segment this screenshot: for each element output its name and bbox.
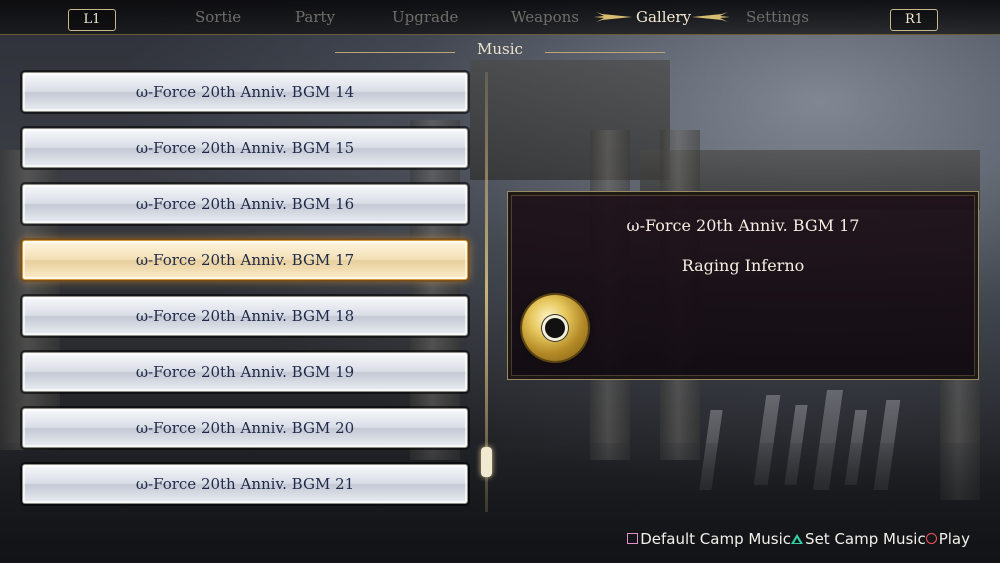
hint-set-camp-music[interactable]: Set Camp Music: [791, 530, 926, 548]
scrollbar-track[interactable]: [485, 72, 488, 512]
music-list-item[interactable]: ω-Force 20th Anniv. BGM 21: [22, 464, 468, 504]
section-header: Music: [335, 38, 665, 62]
hint-default-camp-music[interactable]: Default Camp Music: [627, 530, 791, 548]
hint-label: Set Camp Music: [805, 530, 926, 548]
tab-weapons[interactable]: Weapons: [511, 8, 579, 26]
top-nav-bar: L1 Sortie Party Upgrade Weapons Gallery …: [0, 0, 1000, 35]
track-detail-panel: ω-Force 20th Anniv. BGM 17 Raging Infern…: [507, 191, 979, 380]
music-list-item[interactable]: ω-Force 20th Anniv. BGM 16: [22, 184, 468, 224]
track-title: ω-Force 20th Anniv. BGM 17: [626, 216, 860, 235]
tab-upgrade[interactable]: Upgrade: [392, 8, 458, 26]
track-name: Raging Inferno: [681, 256, 805, 275]
r1-button[interactable]: R1: [890, 9, 938, 31]
scrollbar-thumb[interactable]: [481, 447, 492, 477]
music-list-item[interactable]: ω-Force 20th Anniv. BGM 14: [22, 72, 468, 112]
triangle-button-icon: [791, 534, 804, 544]
tab-gallery[interactable]: Gallery: [636, 8, 691, 26]
tab-party[interactable]: Party: [295, 8, 335, 26]
header-divider-right: [545, 52, 665, 53]
tab-settings[interactable]: Settings: [746, 8, 809, 26]
l1-button[interactable]: L1: [68, 9, 116, 31]
music-list-item-selected[interactable]: ω-Force 20th Anniv. BGM 17: [22, 240, 468, 280]
wing-ornament-left-icon: [594, 12, 632, 22]
hint-play[interactable]: Play: [925, 530, 970, 548]
circle-button-icon: [925, 533, 937, 544]
tab-sortie[interactable]: Sortie: [195, 8, 241, 26]
music-list-item[interactable]: ω-Force 20th Anniv. BGM 15: [22, 128, 468, 168]
music-list-item[interactable]: ω-Force 20th Anniv. BGM 18: [22, 296, 468, 336]
square-button-icon: [627, 533, 639, 544]
hint-label: Play: [938, 530, 970, 548]
hint-label: Default Camp Music: [640, 530, 792, 548]
music-list-item[interactable]: ω-Force 20th Anniv. BGM 19: [22, 352, 468, 392]
music-disc-icon: [522, 295, 588, 361]
music-list-item[interactable]: ω-Force 20th Anniv. BGM 20: [22, 408, 468, 448]
section-title: Music: [477, 40, 523, 58]
button-hints-bar: Default Camp Music Set Camp Music Play: [627, 530, 970, 548]
wing-ornament-right-icon: [692, 12, 730, 22]
